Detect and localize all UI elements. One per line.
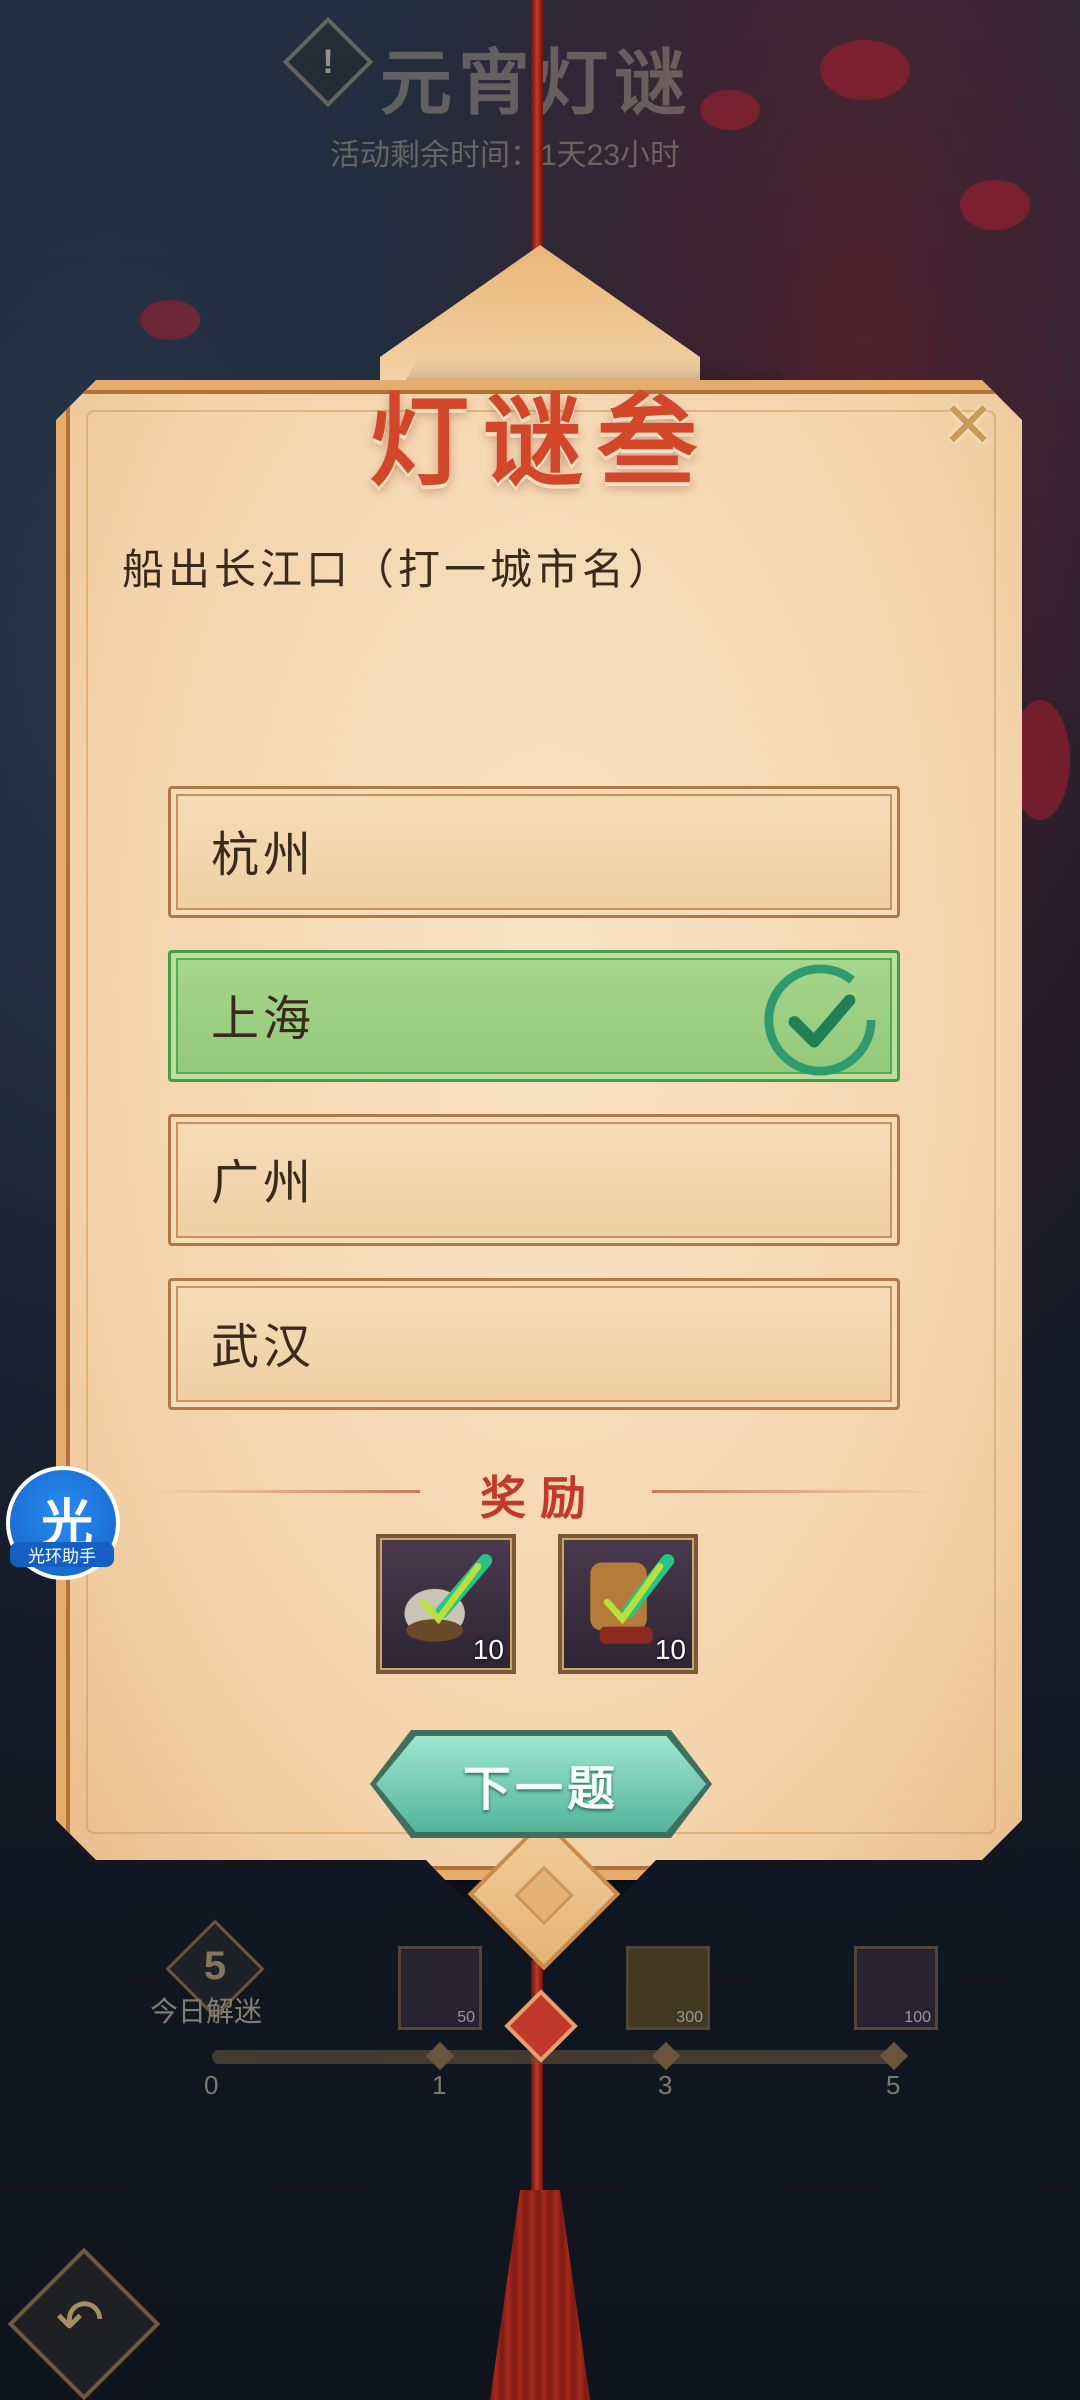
assistant-label: 光环助手 bbox=[10, 1542, 114, 1567]
progress-reward-1[interactable]: 50 bbox=[398, 1946, 482, 2030]
solved-count: 5 bbox=[203, 1944, 227, 1988]
progress-tick: 3 bbox=[658, 2070, 673, 2100]
option-label: 武汉 bbox=[211, 1319, 316, 1375]
answer-option-2[interactable]: 上海 bbox=[168, 950, 900, 1082]
event-time-remaining: 活动剩余时间：1天23小时 bbox=[330, 139, 681, 172]
answer-option-3[interactable]: 广州 bbox=[168, 1114, 900, 1246]
option-label: 杭州 bbox=[211, 827, 316, 883]
answer-option-4[interactable]: 武汉 bbox=[168, 1278, 900, 1410]
progress-tick: 1 bbox=[432, 2070, 447, 2100]
riddle-question: 船出长江口（打一城市名） bbox=[122, 545, 675, 594]
plum-blossom bbox=[140, 300, 200, 340]
riddle-title: 灯谜叁 bbox=[369, 382, 711, 500]
plum-blossom bbox=[960, 180, 1030, 230]
plum-blossom bbox=[700, 90, 760, 130]
progress-tick: 0 bbox=[204, 2070, 219, 2100]
reward-count: 10 bbox=[472, 1634, 504, 1665]
plum-blossom bbox=[820, 40, 910, 100]
reward-title: 奖励 bbox=[480, 1471, 600, 1525]
answer-option-1[interactable]: 杭州 bbox=[168, 786, 900, 918]
next-question-button[interactable]: 下一题 bbox=[376, 1736, 706, 1832]
close-icon[interactable]: ✕ bbox=[938, 394, 998, 458]
progress-reward-3[interactable]: 100 bbox=[854, 1946, 938, 2030]
option-label: 上海 bbox=[211, 991, 316, 1047]
reward-item-lute[interactable]: 10 bbox=[376, 1534, 516, 1674]
option-label: 广州 bbox=[211, 1155, 316, 1211]
reward-item-scroll[interactable]: 10 bbox=[558, 1534, 698, 1674]
next-button-label: 下一题 bbox=[462, 1761, 619, 1817]
progress-bar bbox=[212, 2050, 902, 2064]
reward-count: 10 bbox=[654, 1634, 686, 1665]
solved-label: 今日解迷 bbox=[150, 1995, 263, 2028]
back-arrow-icon: ↶ bbox=[55, 2286, 105, 2354]
check-icon bbox=[764, 964, 876, 1076]
progress-reward-2[interactable]: 300 bbox=[626, 1946, 710, 2030]
progress-tick: 5 bbox=[886, 2070, 901, 2100]
